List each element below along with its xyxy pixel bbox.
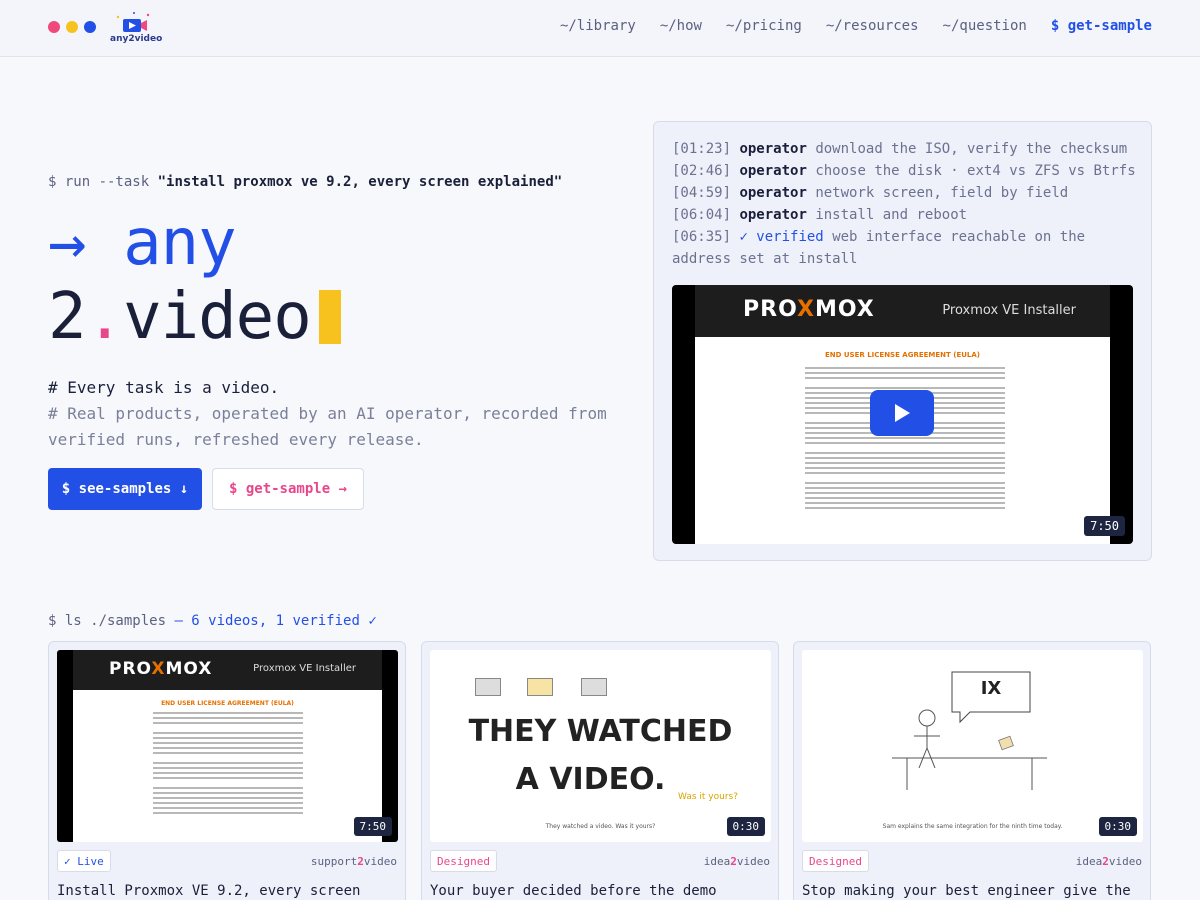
log-actor: operator <box>739 185 807 201</box>
video-duration: 0:30 <box>726 817 765 836</box>
video-duration: 7:50 <box>353 817 392 836</box>
desc-line-1: # Every task is a video. <box>48 378 280 397</box>
sample-card[interactable]: THEY WATCHED A VIDEO. Was it yours? They… <box>421 641 779 900</box>
status-badge: ✓ Live <box>57 850 111 872</box>
thumb-caption: Sam explains the same integration for th… <box>882 823 1063 830</box>
log-actor: operator <box>739 207 807 223</box>
eula-text <box>805 367 1005 512</box>
play-icon <box>895 404 910 422</box>
log-line: [04:59] operator network screen, field b… <box>672 182 1137 204</box>
card-brand: idea2video <box>1075 855 1142 868</box>
thumb-headline-1: THEY WATCHED <box>468 714 733 749</box>
log-timestamp: [06:04] <box>672 207 732 223</box>
video-duration: 0:30 <box>1098 817 1137 836</box>
thumb-note: Was it yours? <box>678 792 738 802</box>
sample-card[interactable]: IX Sam explains the same integration for… <box>793 641 1151 900</box>
window-dots <box>48 21 96 33</box>
top-bar: any2video ~/library ~/how ~/pricing ~/re… <box>0 0 1200 57</box>
hero-video: video <box>123 280 312 354</box>
log-timestamp: [01:23] <box>672 141 732 157</box>
yellow-dot <box>66 21 78 33</box>
log-text: install and reboot <box>815 207 968 223</box>
blue-dot <box>84 21 96 33</box>
run-prefix: $ run --task <box>48 174 150 190</box>
logo[interactable]: any2video <box>110 11 163 47</box>
ls-summary: — 6 videos, 1 verified ✓ <box>174 613 377 629</box>
speech-bubble-text: IX <box>980 678 1002 699</box>
hero-any: any <box>123 206 237 280</box>
card-brand: idea2video <box>703 855 770 868</box>
red-dot <box>48 21 60 33</box>
tv-icon <box>527 678 553 696</box>
log-line: [01:23] operator download the ISO, verif… <box>672 138 1137 160</box>
eula-title: END USER LICENSE AGREEMENT (EULA) <box>161 700 294 707</box>
get-sample-nav-button[interactable]: $ get-sample <box>1051 18 1152 34</box>
sample-thumbnail[interactable]: THEY WATCHED A VIDEO. Was it yours? They… <box>430 650 771 842</box>
tv-icon <box>581 678 607 696</box>
nav-library[interactable]: ~/library <box>560 18 636 34</box>
installer-title: Proxmox VE Installer <box>253 663 356 674</box>
video-frame: PROXMOX Proxmox VE Installer END USER LI… <box>73 650 382 842</box>
log-line: [06:35] ✓ verified web interface reachab… <box>672 226 1137 270</box>
log-actor: operator <box>739 163 807 179</box>
card-title[interactable]: Install Proxmox VE 9.2, every screen <box>57 880 397 900</box>
hero-title: → any 2.video <box>48 206 341 354</box>
desc-line-2: # Real products, operated by an AI opera… <box>48 404 607 449</box>
see-samples-button[interactable]: $ see-samples ↓ <box>48 468 202 510</box>
nav-resources[interactable]: ~/resources <box>826 18 919 34</box>
log-verified: ✓ verified <box>739 229 824 245</box>
status-badge: Designed <box>802 850 869 872</box>
sample-card[interactable]: PROXMOX Proxmox VE Installer END USER LI… <box>48 641 406 900</box>
get-sample-button[interactable]: $ get-sample → <box>212 468 364 510</box>
installer-title: Proxmox VE Installer <box>942 303 1076 318</box>
video-player[interactable]: PROXMOX Proxmox VE Installer END USER LI… <box>672 285 1133 544</box>
tv-icon <box>475 678 501 696</box>
hero-dot: . <box>85 280 125 354</box>
log-timestamp: [06:35] <box>672 229 732 245</box>
demo-panel: [01:23] operator download the ISO, verif… <box>653 121 1152 561</box>
samples-heading: $ ls ./samples — 6 videos, 1 verified ✓ <box>48 613 377 629</box>
nav-how[interactable]: ~/how <box>660 18 702 34</box>
hero-description: # Every task is a video. # Real products… <box>48 375 608 453</box>
video-duration: 7:50 <box>1084 516 1125 536</box>
ls-prefix: $ ls ./samples <box>48 613 167 629</box>
cursor-block <box>318 290 341 344</box>
logo-text: any2video <box>110 34 163 44</box>
log-text: download the ISO, verify the checksum <box>815 141 1128 157</box>
proxmox-logo: PROXMOX <box>109 659 213 679</box>
log-line: [06:04] operator install and reboot <box>672 204 1137 226</box>
run-task: "install proxmox ve 9.2, every screen ex… <box>157 174 563 190</box>
nav-question[interactable]: ~/question <box>943 18 1027 34</box>
card-title[interactable]: Your buyer decided before the demo <box>430 880 770 900</box>
play-button[interactable] <box>870 390 934 436</box>
thumb-caption: They watched a video. Was it yours? <box>545 823 656 830</box>
card-brand: support2video <box>310 855 397 868</box>
proxmox-logo: PROXMOX <box>743 297 875 322</box>
log-text: web interface reachable on the address s… <box>672 229 1086 267</box>
log-timestamp: [02:46] <box>672 163 732 179</box>
logo-icon <box>116 12 150 32</box>
run-log: [01:23] operator download the ISO, verif… <box>672 138 1137 270</box>
log-actor: operator <box>739 141 807 157</box>
log-line: [02:46] operator choose the disk · ext4 … <box>672 160 1137 182</box>
run-command: $ run --task "install proxmox ve 9.2, ev… <box>48 174 562 190</box>
hero-two: 2 <box>48 280 87 354</box>
status-badge: Designed <box>430 850 497 872</box>
log-text: choose the disk · ext4 vs ZFS vs Btrfs <box>815 163 1136 179</box>
installer-header: PROXMOX Proxmox VE Installer <box>73 650 382 690</box>
eula-text <box>153 712 303 817</box>
main-nav: ~/library ~/how ~/pricing ~/resources ~/… <box>560 18 1152 34</box>
sample-thumbnail[interactable]: PROXMOX Proxmox VE Installer END USER LI… <box>57 650 398 842</box>
eula-title: END USER LICENSE AGREEMENT (EULA) <box>824 351 980 359</box>
sample-thumbnail[interactable]: IX Sam explains the same integration for… <box>802 650 1143 842</box>
card-title[interactable]: Stop making your best engineer give the <box>802 880 1142 900</box>
log-text: network screen, field by field <box>815 185 1069 201</box>
hero-arrow: → <box>48 206 87 280</box>
installer-header: PROXMOX Proxmox VE Installer <box>695 285 1110 337</box>
nav-pricing[interactable]: ~/pricing <box>726 18 802 34</box>
log-timestamp: [04:59] <box>672 185 732 201</box>
